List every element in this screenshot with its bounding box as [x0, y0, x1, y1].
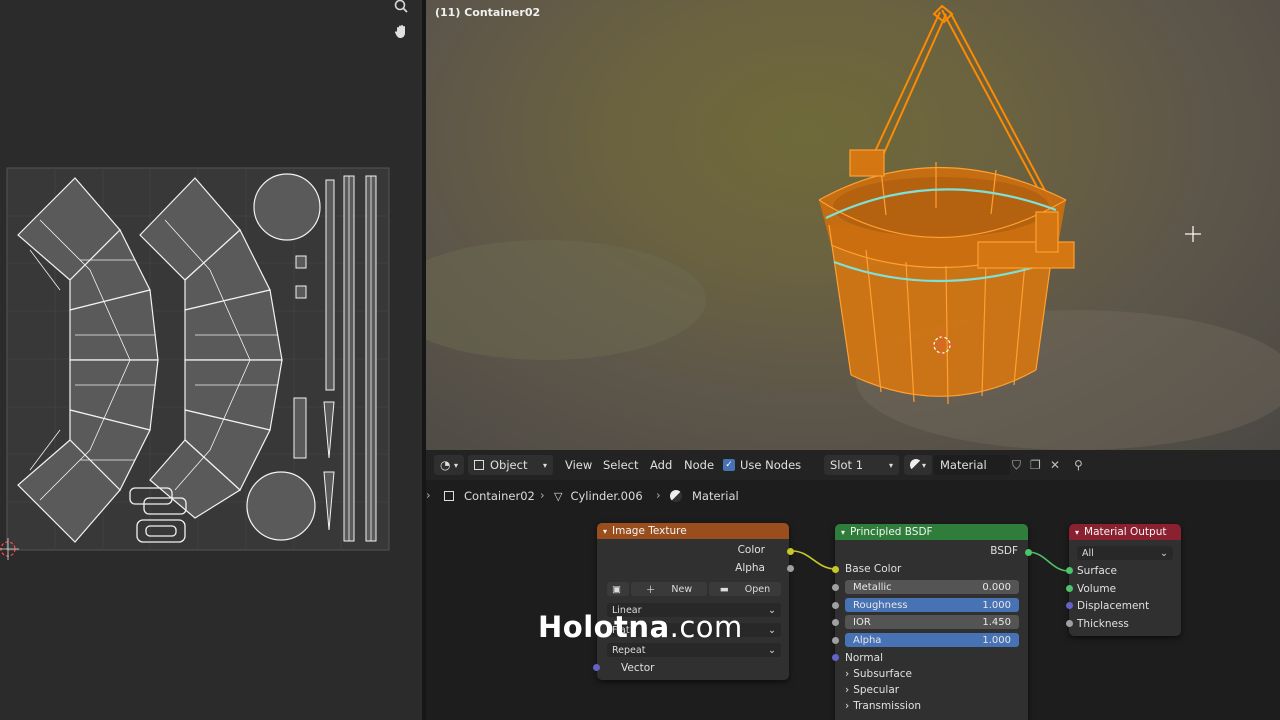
slot-label: Slot 1 — [830, 458, 864, 472]
breadcrumb: › Container02 › ▽ Cylinder.006 › Material — [426, 482, 1280, 510]
material-browse-button[interactable]: ▾ — [904, 455, 932, 475]
chevron-right-icon: › — [656, 488, 661, 502]
plus-icon: ＋ — [645, 585, 656, 596]
specular-panel[interactable]: › Specular — [845, 682, 899, 698]
chevron-down-icon: ▾ — [888, 460, 893, 470]
duplicate-material-icon[interactable]: ❐ — [1030, 455, 1041, 475]
blender-window: (11) Container02 ◔ ▾ Object ▾ View Selec… — [0, 0, 1280, 720]
zoom-icon[interactable] — [389, 0, 413, 18]
alpha-input-socket[interactable] — [832, 637, 839, 644]
transmission-panel[interactable]: › Transmission — [845, 698, 921, 714]
menu-add[interactable]: Add — [650, 455, 672, 475]
collapse-arrow-icon[interactable]: ▾ — [1075, 528, 1079, 537]
material-output-node[interactable]: ▾ Material Output All ⌄ Surface Volume Dis… — [1069, 524, 1181, 636]
chevron-right-icon: › — [426, 488, 431, 502]
alpha-field[interactable]: Alpha 1.000 — [845, 633, 1019, 647]
displacement-input-socket[interactable] — [1066, 602, 1073, 609]
ior-input-socket[interactable] — [832, 619, 839, 626]
image-browse-button[interactable]: ▣ — [607, 582, 629, 596]
color-output-socket[interactable] — [787, 548, 794, 555]
thickness-input-socket[interactable] — [1066, 620, 1073, 627]
shader-type-label: Object — [490, 458, 528, 472]
image-icon: ▣ — [612, 583, 621, 595]
chevron-right-icon: › — [845, 668, 850, 680]
chevron-right-icon: › — [845, 700, 850, 712]
vector-input-socket[interactable] — [593, 664, 600, 671]
material-output-header[interactable]: ▾ Material Output — [1069, 524, 1181, 540]
surface-input-socket[interactable] — [1066, 567, 1073, 574]
fake-user-shield-icon[interactable]: ⛉ — [1012, 455, 1021, 475]
pan-hand-icon[interactable] — [389, 19, 413, 43]
uv-editor[interactable] — [0, 0, 422, 720]
menu-view[interactable]: View — [565, 455, 592, 475]
image-texture-header[interactable]: ▾ Image Texture — [597, 523, 789, 539]
menu-select[interactable]: Select — [603, 455, 638, 475]
slot-dropdown[interactable]: Slot 1 ▾ — [824, 455, 899, 475]
mouse-crosshair-icon — [1185, 226, 1201, 242]
metallic-input-socket[interactable] — [832, 584, 839, 591]
chevron-down-icon: ⌄ — [768, 644, 776, 656]
material-name-text: Material — [940, 458, 987, 472]
breadcrumb-mesh: ▽ Cylinder.006 — [554, 489, 643, 503]
principled-bsdf-node[interactable]: ▾ Principled BSDF BSDF Base Color Metalli… — [835, 524, 1028, 720]
in-vector-label: Vector — [621, 662, 655, 674]
bucket-model[interactable] — [426, 0, 1280, 450]
material-sphere-icon — [670, 490, 682, 502]
out-color-label: Color — [737, 544, 765, 556]
normal-input-socket[interactable] — [832, 654, 839, 661]
chevron-down-icon: ⌄ — [768, 604, 776, 616]
normal-label: Normal — [845, 652, 883, 664]
ior-field[interactable]: IOR 1.450 — [845, 615, 1019, 629]
image-texture-node[interactable]: ▾ Image Texture Color Alpha ▣ ＋ New ▬ Open … — [597, 523, 789, 680]
node-editor-icon: ◔ — [440, 458, 451, 472]
pin-icon[interactable]: ⚲ — [1074, 455, 1083, 475]
roughness-input-socket[interactable] — [832, 602, 839, 609]
mesh-icon: ▽ — [554, 489, 563, 503]
metallic-field[interactable]: Metallic 0.000 — [845, 580, 1019, 594]
uv-layout[interactable] — [0, 160, 400, 560]
unlink-close-icon[interactable]: ✕ — [1050, 455, 1060, 475]
principled-bsdf-header[interactable]: ▾ Principled BSDF — [835, 524, 1028, 540]
extension-dropdown[interactable]: Repeat ⌄ — [607, 643, 781, 657]
editor-type-dropdown[interactable]: ◔ ▾ — [434, 455, 464, 475]
breadcrumb-object: Container02 — [444, 489, 535, 503]
out-alpha-label: Alpha — [735, 562, 765, 574]
object-icon — [474, 460, 484, 470]
alpha-output-socket[interactable] — [787, 565, 794, 572]
checkbox-checked-icon[interactable]: ✓ — [723, 459, 735, 471]
material-name-field[interactable]: Material — [934, 455, 1010, 475]
collapse-arrow-icon[interactable]: ▾ — [841, 528, 845, 537]
chevron-right-icon: › — [540, 488, 545, 502]
collapse-arrow-icon[interactable]: ▾ — [603, 527, 607, 536]
open-image-button[interactable]: ▬ Open — [709, 582, 781, 596]
volume-input-socket[interactable] — [1066, 585, 1073, 592]
out-bsdf-label: BSDF — [990, 545, 1018, 557]
thickness-label: Thickness — [1077, 618, 1129, 630]
object-icon — [444, 491, 454, 501]
node-editor-header: ◔ ▾ Object ▾ View Select Add Node ✓ Use No… — [426, 450, 1280, 480]
bsdf-output-socket[interactable] — [1025, 549, 1032, 556]
base-color-label: Base Color — [845, 563, 902, 575]
chevron-down-icon: ⌄ — [768, 624, 776, 636]
surface-label: Surface — [1077, 565, 1118, 577]
use-nodes-toggle[interactable]: ✓ Use Nodes — [723, 455, 801, 475]
new-image-button[interactable]: ＋ New — [631, 582, 707, 596]
breadcrumb-material: Material — [670, 489, 739, 503]
chevron-down-icon: ▾ — [542, 460, 547, 470]
3d-viewport[interactable]: (11) Container02 — [426, 0, 1280, 450]
output-target-dropdown[interactable]: All ⌄ — [1077, 546, 1173, 560]
shader-type-dropdown[interactable]: Object ▾ — [468, 455, 553, 475]
subsurface-panel[interactable]: › Subsurface — [845, 666, 912, 682]
displacement-label: Displacement — [1077, 600, 1150, 612]
chevron-down-icon: ⌄ — [1160, 547, 1168, 559]
volume-label: Volume — [1077, 583, 1117, 595]
use-nodes-label: Use Nodes — [740, 458, 802, 472]
chevron-right-icon: › — [845, 684, 850, 696]
watermark: Holotna.com — [538, 610, 743, 644]
roughness-field[interactable]: Roughness 1.000 — [845, 598, 1019, 612]
folder-icon: ▬ — [719, 583, 729, 595]
base-color-input-socket[interactable] — [832, 566, 839, 573]
menu-node[interactable]: Node — [684, 455, 714, 475]
material-sphere-icon — [910, 459, 922, 471]
